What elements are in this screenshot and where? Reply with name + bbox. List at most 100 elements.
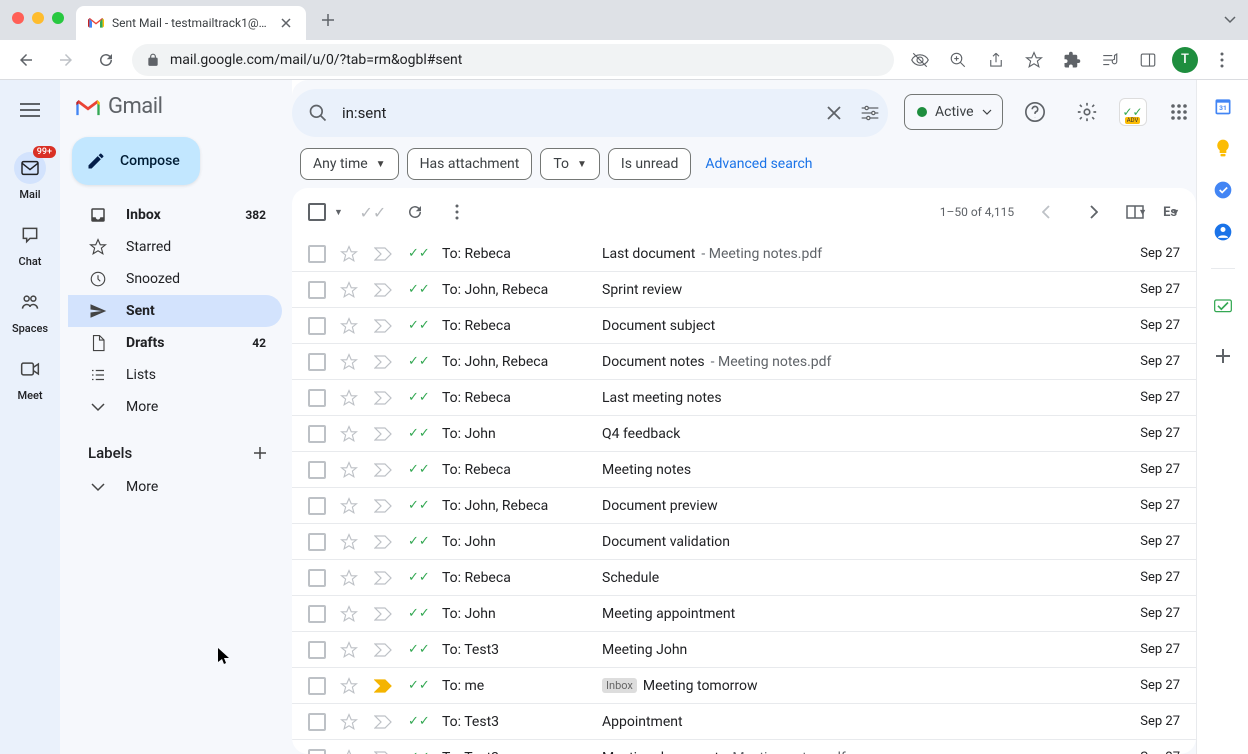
browser-menu-icon[interactable] <box>1208 46 1236 74</box>
media-icon[interactable] <box>1096 46 1124 74</box>
prev-page-button[interactable] <box>1030 196 1062 228</box>
nav-lists[interactable]: Lists <box>68 359 282 391</box>
mail-row[interactable]: ✓✓To: John, RebecaSprint reviewSep 27 <box>292 272 1196 308</box>
new-tab-button[interactable] <box>314 6 342 34</box>
split-pane-button[interactable]: ▼ <box>1126 205 1147 219</box>
zoom-icon[interactable] <box>944 46 972 74</box>
close-tab-icon[interactable] <box>278 15 294 31</box>
row-checkbox[interactable] <box>308 677 326 695</box>
forward-button[interactable] <box>52 46 80 74</box>
star-icon[interactable] <box>340 497 360 515</box>
rail-item-meet[interactable]: Meet <box>0 353 60 402</box>
google-apps-button[interactable] <box>1159 92 1196 132</box>
star-icon[interactable] <box>340 605 360 623</box>
row-checkbox[interactable] <box>308 281 326 299</box>
chip-is-unread[interactable]: Is unread <box>608 148 692 180</box>
search-box[interactable] <box>292 89 888 137</box>
compose-button[interactable]: Compose <box>72 137 200 185</box>
mail-row[interactable]: ✓✓To: RebecaScheduleSep 27 <box>292 560 1196 596</box>
search-options-icon[interactable] <box>858 105 882 121</box>
mail-row[interactable]: ✓✓To: Test3AppointmentSep 27 <box>292 704 1196 740</box>
star-icon[interactable] <box>340 713 360 731</box>
mail-row[interactable]: ✓✓To: JohnQ4 feedbackSep 27 <box>292 416 1196 452</box>
labels-more[interactable]: More <box>68 471 282 503</box>
row-checkbox[interactable] <box>308 389 326 407</box>
address-bar[interactable]: mail.google.com/mail/u/0/?tab=rm&ogbl#se… <box>132 44 894 76</box>
rail-item-chat[interactable]: Chat <box>0 219 60 268</box>
extensions-icon[interactable] <box>1058 46 1086 74</box>
settings-button[interactable] <box>1067 92 1107 132</box>
star-icon[interactable] <box>340 389 360 407</box>
mail-row[interactable]: ✓✓To: RebecaDocument subjectSep 27 <box>292 308 1196 344</box>
star-icon[interactable] <box>340 245 360 263</box>
row-checkbox[interactable] <box>308 497 326 515</box>
mail-row[interactable]: ✓✓To: meInboxMeeting tomorrowSep 27 <box>292 668 1196 704</box>
row-checkbox[interactable] <box>308 461 326 479</box>
importance-icon[interactable] <box>374 283 394 297</box>
rail-item-mail[interactable]: 99+ Mail <box>0 152 60 201</box>
mail-row[interactable]: ✓✓To: RebecaLast meeting notesSep 27 <box>292 380 1196 416</box>
importance-icon[interactable] <box>374 427 394 441</box>
select-all-checkbox[interactable] <box>308 203 326 221</box>
star-icon[interactable] <box>340 749 360 754</box>
maximize-window-button[interactable] <box>52 12 64 24</box>
calendar-addon-icon[interactable]: 31 <box>1213 96 1233 116</box>
importance-icon[interactable] <box>374 391 394 405</box>
search-input[interactable] <box>342 104 810 122</box>
tabs-dropdown-icon[interactable] <box>1224 16 1236 24</box>
importance-icon[interactable] <box>374 535 394 549</box>
chip-to[interactable]: To▼ <box>540 148 600 180</box>
select-dropdown-icon[interactable]: ▼ <box>334 207 343 218</box>
advanced-search-link[interactable]: Advanced search <box>705 156 812 172</box>
contacts-addon-icon[interactable] <box>1213 222 1233 242</box>
help-button[interactable] <box>1015 92 1055 132</box>
star-icon[interactable] <box>340 677 360 695</box>
importance-icon[interactable] <box>374 499 394 513</box>
close-window-button[interactable] <box>12 12 24 24</box>
rail-item-spaces[interactable]: Spaces <box>0 286 60 335</box>
row-checkbox[interactable] <box>308 533 326 551</box>
mailtrack-addon-icon[interactable] <box>1213 295 1233 315</box>
row-checkbox[interactable] <box>308 605 326 623</box>
status-chip[interactable]: Active <box>904 94 1003 130</box>
eye-icon[interactable] <box>906 46 934 74</box>
nav-more[interactable]: More <box>68 391 282 423</box>
importance-icon[interactable] <box>374 571 394 585</box>
mail-row[interactable]: ✓✓To: Test3Meeting JohnSep 27 <box>292 632 1196 668</box>
row-checkbox[interactable] <box>308 749 326 754</box>
row-checkbox[interactable] <box>308 713 326 731</box>
minimize-window-button[interactable] <box>32 12 44 24</box>
nav-drafts[interactable]: Drafts 42 <box>68 327 282 359</box>
importance-icon[interactable] <box>374 679 394 693</box>
chip-any-time[interactable]: Any time▼ <box>300 148 399 180</box>
keep-addon-icon[interactable] <box>1213 138 1233 158</box>
back-button[interactable] <box>12 46 40 74</box>
double-check-icon[interactable]: ✓✓ <box>361 203 385 222</box>
importance-icon[interactable] <box>374 607 394 621</box>
sidepanel-icon[interactable] <box>1134 46 1162 74</box>
star-icon[interactable] <box>340 353 360 371</box>
tasks-addon-icon[interactable] <box>1213 180 1233 200</box>
input-tools-button[interactable]: Es ▼ <box>1163 205 1180 220</box>
importance-icon[interactable] <box>374 247 394 261</box>
nav-sent[interactable]: Sent <box>68 295 282 327</box>
nav-starred[interactable]: Starred <box>68 231 282 263</box>
mail-row[interactable]: ✓✓To: John, RebecaDocument notes - Meeti… <box>292 344 1196 380</box>
star-icon[interactable] <box>340 641 360 659</box>
importance-icon[interactable] <box>374 355 394 369</box>
star-icon[interactable] <box>340 317 360 335</box>
row-checkbox[interactable] <box>308 641 326 659</box>
importance-icon[interactable] <box>374 463 394 477</box>
mail-row[interactable]: ✓✓To: JohnDocument validationSep 27 <box>292 524 1196 560</box>
next-page-button[interactable] <box>1078 196 1110 228</box>
clear-search-icon[interactable] <box>822 105 846 121</box>
mail-row[interactable]: ✓✓To: JohnMeeting appointmentSep 27 <box>292 596 1196 632</box>
star-icon[interactable] <box>340 569 360 587</box>
star-icon[interactable] <box>340 461 360 479</box>
browser-profile-avatar[interactable]: T <box>1172 47 1198 73</box>
browser-tab[interactable]: Sent Mail - testmailtrack1@gm <box>76 6 306 40</box>
importance-icon[interactable] <box>374 319 394 333</box>
share-icon[interactable] <box>982 46 1010 74</box>
nav-inbox[interactable]: Inbox 382 <box>68 199 282 231</box>
star-icon[interactable] <box>340 281 360 299</box>
